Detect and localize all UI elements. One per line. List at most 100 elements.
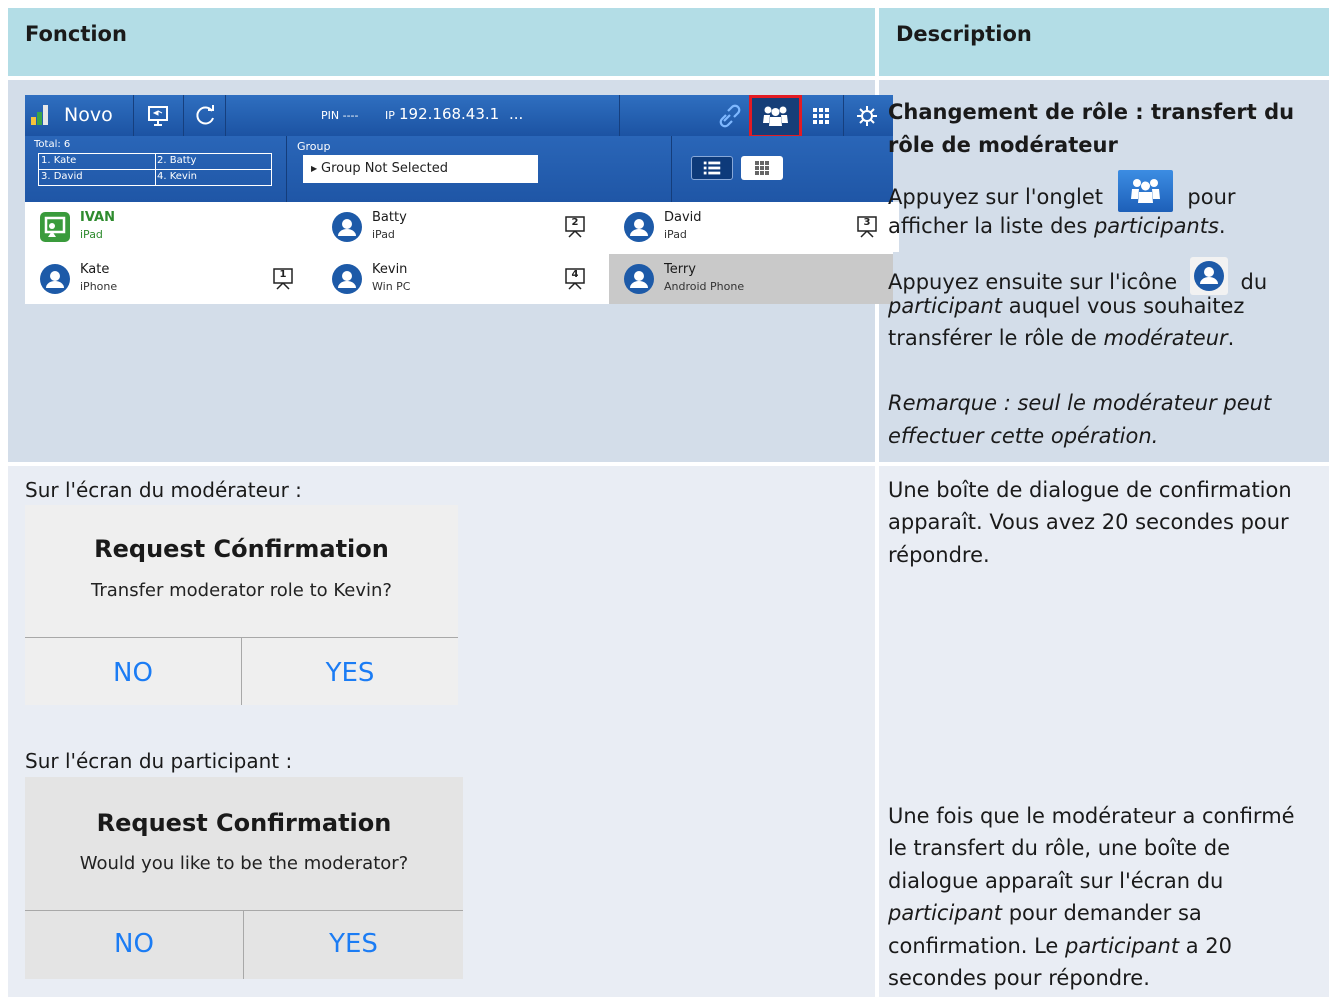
row1-line2-b: participants (1093, 214, 1219, 238)
participant-device: iPad (372, 228, 395, 241)
dialog-message: Would you like to be the moderator? (79, 853, 409, 874)
group-select[interactable]: ▶ Group Not Selected (303, 155, 538, 183)
dialog-message: Transfer moderator role to Kevin? (91, 580, 392, 601)
participant-device: iPad (664, 228, 687, 241)
novo-toolbar: Novo PIN ---- IP 192.168.43.1 ... (25, 95, 893, 138)
participant-card-david[interactable]: David iPad 3 (609, 202, 899, 252)
yes-button[interactable]: YES (242, 658, 458, 688)
more-ellipsis[interactable]: ... (509, 105, 523, 123)
user-avatar-icon[interactable] (332, 264, 362, 294)
row2-desc2-line1: Une fois que le modérateur a confirmé (888, 804, 1295, 828)
grid-small-icon (755, 161, 769, 175)
row1-line2: afficher la liste des participants. (888, 210, 1226, 243)
header-description-text: Description (896, 22, 1032, 46)
participant-name: IVAN (80, 210, 115, 225)
caret-right-icon: ▶ (311, 164, 318, 173)
row1-line5-b: modérateur (1103, 326, 1228, 350)
presenter-avatar-icon (40, 212, 70, 242)
row1-line2-a: afficher la liste des (888, 214, 1094, 238)
novo-app-name: Novo (64, 104, 113, 126)
user-avatar-icon[interactable] (624, 264, 654, 294)
refresh-icon[interactable] (193, 103, 219, 129)
row2-desc2-line6: secondes pour répondre. (888, 966, 1150, 990)
participant-card-batty[interactable]: Batty iPad 2 (317, 202, 607, 252)
header-description: Description (879, 8, 1329, 76)
row2-desc2-line5-a: confirmation. Le (888, 934, 1066, 958)
row1-line1: Appuyez sur l'onglet pour (888, 170, 1324, 214)
ip-value: 192.168.43.1 (399, 105, 500, 123)
row2-desc2-line5: confirmation. Le participant a 20 (888, 930, 1232, 963)
participant-device: iPad (80, 228, 103, 241)
link-icon[interactable] (717, 103, 743, 129)
participant-card-kate[interactable]: Kate iPhone 1 (25, 254, 315, 304)
grid-view-button[interactable] (741, 156, 783, 180)
row1-line1-b: pour (1187, 185, 1236, 209)
row1-line3-b: du (1240, 270, 1268, 294)
caption-moderator: Sur l'écran du modérateur : (25, 478, 302, 502)
presentation-screen-icon: 2 (563, 215, 587, 239)
caption-participant: Sur l'écran du participant : (25, 749, 293, 773)
presenter-number: 4 (571, 269, 579, 280)
total-grid-cell: 4. Kevin (157, 171, 197, 182)
no-button[interactable]: NO (25, 658, 241, 688)
total-grid: 1. Kate 2. Batty 3. David 4. Kevin (38, 153, 272, 186)
participant-name: Batty (372, 210, 407, 225)
row1-title: Changement de rôle : transfert du rôle d… (888, 100, 1295, 157)
participant-name: Terry (664, 262, 696, 277)
moderator-confirmation-dialog: Request Cónfirmation Transfer moderator … (25, 505, 458, 705)
screen-share-icon[interactable] (145, 103, 171, 129)
header-fonction: Fonction (8, 8, 875, 76)
row1-line5-c: . (1227, 326, 1235, 350)
presentation-screen-icon: 3 (855, 215, 879, 239)
row2-desc2-line5-c: a 20 (1179, 934, 1233, 958)
row1-remark-2: effectuer cette opération. (888, 424, 1159, 448)
presentation-screen-icon: 4 (563, 267, 587, 291)
yes-button[interactable]: YES (244, 929, 463, 959)
user-avatar-icon[interactable] (624, 212, 654, 242)
participant-name: Kevin (372, 262, 408, 277)
list-view-button[interactable] (691, 156, 733, 180)
participant-device: iPhone (80, 280, 118, 293)
participant-device: Android Phone (664, 280, 745, 293)
row1-line4: participant auquel vous souhaitez (888, 290, 1244, 323)
participant-name: Kate (80, 262, 110, 277)
participant-confirmation-dialog: Request Confirmation Would you like to b… (25, 777, 463, 979)
pin-label: PIN ---- (321, 109, 359, 122)
row1-line1-a: Appuyez sur l'onglet (888, 185, 1104, 209)
total-grid-cell: 3. David (41, 171, 83, 182)
grid-icon[interactable] (808, 103, 834, 129)
total-label: Total: 6 (34, 139, 71, 150)
user-avatar-icon[interactable] (40, 264, 70, 294)
row1-remark-1: Remarque : seul le modérateur peut (888, 391, 1272, 415)
user-avatar-icon[interactable] (332, 212, 362, 242)
row1-line5-a: transférer le rôle de (888, 326, 1104, 350)
list-icon (703, 161, 721, 175)
row1-line5: transférer le rôle de modérateur. (888, 322, 1234, 355)
total-grid-cell: 2. Batty (157, 155, 197, 166)
participant-device: Win PC (372, 280, 411, 293)
presenter-number: 3 (863, 217, 871, 228)
dialog-title: Request Cónfirmation (94, 535, 389, 563)
row2-desc2-line5-b: participant (1065, 934, 1180, 958)
participant-card-terry[interactable]: Terry Android Phone (609, 254, 893, 304)
group-select-value: Group Not Selected (321, 161, 448, 176)
novo-app-screenshot: Novo PIN ---- IP 192.168.43.1 ... Total:… (25, 95, 899, 304)
row2-desc1-line3: répondre. (888, 543, 990, 567)
dialog-title: Request Confirmation (96, 809, 392, 837)
participants-tab-highlighted[interactable] (749, 95, 802, 138)
participant-card-ivan[interactable]: IVAN iPad (25, 202, 315, 252)
row1-line2-c: . (1218, 214, 1226, 238)
row2-desc2-line4-a: participant (888, 901, 1003, 925)
no-button[interactable]: NO (25, 929, 243, 959)
presenter-number: 1 (279, 269, 287, 280)
participant-card-kevin[interactable]: Kevin Win PC 4 (317, 254, 607, 304)
presentation-screen-icon: 1 (271, 267, 295, 291)
row2-desc2-line4-b: pour demander sa (1002, 901, 1202, 925)
total-grid-cell: 1. Kate (41, 155, 77, 166)
row2-desc2-line2: le transfert du rôle, une boîte de (888, 836, 1231, 860)
row2-desc2-line4: participant pour demander sa (888, 897, 1202, 930)
participant-name: David (664, 210, 702, 225)
header-fonction-text: Fonction (25, 22, 127, 46)
ip-label: IP (385, 109, 395, 122)
gear-icon[interactable] (854, 103, 880, 129)
